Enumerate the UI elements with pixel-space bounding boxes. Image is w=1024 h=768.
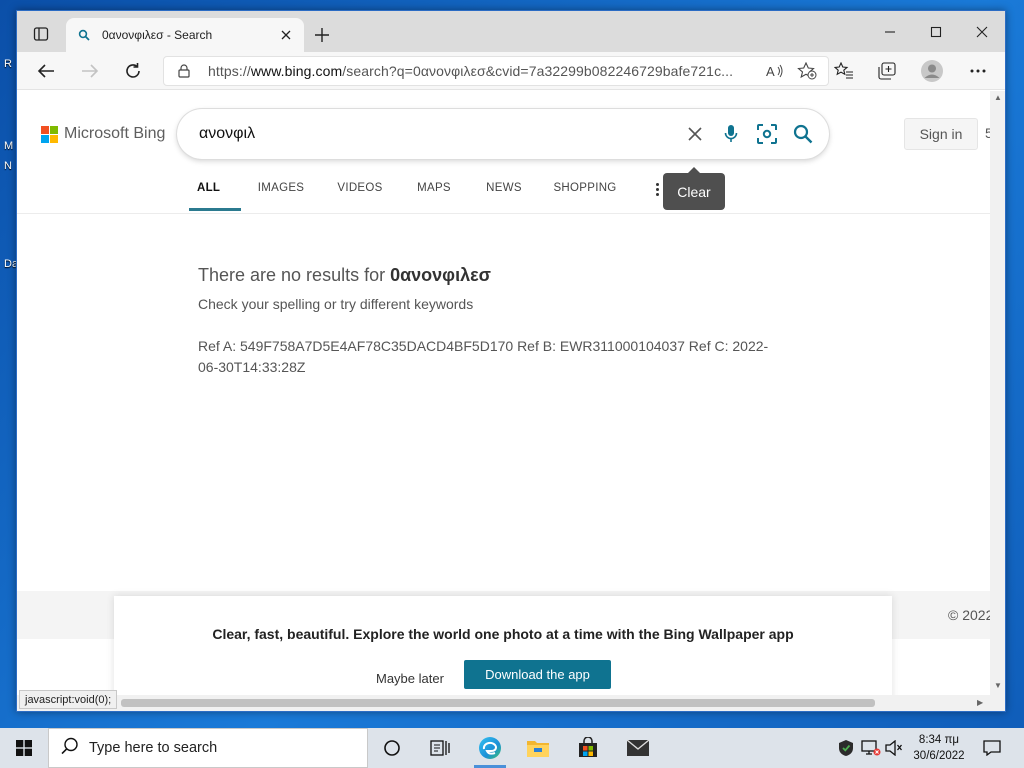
microsoft-logo-icon: [41, 125, 58, 143]
tab-title: 0ανονφιλεσ - Search: [102, 28, 213, 42]
read-aloud-icon[interactable]: A: [762, 58, 788, 84]
search-box[interactable]: ανονφιλ: [177, 109, 829, 159]
bing-search-favicon-icon: [76, 27, 92, 43]
profile-avatar-icon[interactable]: [917, 57, 947, 85]
scroll-up-icon[interactable]: ▲: [994, 93, 1002, 102]
security-shield-icon[interactable]: [836, 728, 856, 768]
tab-shopping[interactable]: SHOPPING: [539, 173, 631, 203]
microphone-icon[interactable]: [713, 116, 749, 152]
svg-text:A: A: [766, 64, 775, 79]
browser-window: 0ανονφιλεσ - Search https://www.bing.com…: [16, 10, 1006, 712]
address-bar[interactable]: https://www.bing.com/search?q=0ανονφιλεσ…: [163, 56, 829, 86]
task-view-icon[interactable]: [368, 728, 416, 768]
no-results-heading: There are no results for 0ανονφιλεσ: [198, 265, 491, 285]
volume-icon[interactable]: [884, 728, 904, 768]
widgets-icon[interactable]: [416, 728, 464, 768]
tab-maps[interactable]: MAPS: [399, 173, 469, 203]
browser-tab[interactable]: 0ανονφιλεσ - Search: [66, 18, 304, 52]
url-text[interactable]: https://www.bing.com/search?q=0ανονφιλεσ…: [208, 63, 756, 79]
windows-start-icon[interactable]: [0, 728, 48, 768]
no-results-term: 0ανονφιλεσ: [390, 265, 491, 285]
taskbar: Type here to search 8:34 πμ 30/6/2022: [0, 728, 1024, 768]
notifications-icon[interactable]: [978, 728, 1006, 768]
spelling-hint: Check your spelling or try different key…: [198, 296, 474, 312]
collections-icon[interactable]: [872, 57, 902, 85]
maximize-icon[interactable]: [913, 11, 959, 52]
navigation-bar: https://www.bing.com/search?q=0ανονφιλεσ…: [17, 52, 1005, 90]
back-icon[interactable]: [31, 57, 61, 85]
scrollbar-thumb[interactable]: [121, 699, 875, 707]
bing-logo[interactable]: Microsoft Bing: [41, 125, 165, 143]
status-bar: javascript:void(0);: [19, 690, 118, 709]
window-controls: [867, 11, 1005, 52]
add-favorite-icon[interactable]: [794, 58, 820, 84]
header-divider: [17, 213, 990, 214]
copyright: © 2022: [948, 607, 990, 623]
network-icon[interactable]: [860, 728, 882, 768]
tab-all[interactable]: ALL: [189, 173, 241, 211]
store-icon[interactable]: [564, 728, 612, 768]
wallpaper-app-promo: Clear, fast, beautiful. Explore the worl…: [114, 596, 892, 695]
horizontal-scrollbar[interactable]: ▶: [17, 695, 1005, 711]
scroll-down-icon[interactable]: ▼: [994, 681, 1002, 690]
taskbar-search-placeholder: Type here to search: [89, 740, 218, 756]
more-options-icon[interactable]: [963, 57, 993, 85]
tab-actions-icon[interactable]: [27, 21, 55, 47]
system-clock[interactable]: 8:34 πμ 30/6/2022: [904, 732, 974, 764]
vertical-scrollbar[interactable]: ▲ ▼: [990, 91, 1005, 695]
taskbar-search[interactable]: Type here to search: [48, 728, 368, 768]
close-window-icon[interactable]: [959, 11, 1005, 52]
tab-strip: 0ανονφιλεσ - Search: [17, 11, 1005, 52]
desktop-icon-label[interactable]: M: [4, 140, 13, 152]
reference-ids: Ref A: 549F758A7D5E4AF78C35DACD4BF5D170 …: [198, 338, 769, 375]
search-input[interactable]: ανονφιλ: [199, 125, 677, 143]
page-content: Microsoft Bing ανονφιλ Sign in 5 ALL IMA…: [17, 91, 990, 695]
minimize-icon[interactable]: [867, 11, 913, 52]
mail-icon[interactable]: [614, 728, 662, 768]
no-results-section: There are no results for 0ανονφιλεσ Chec…: [198, 265, 798, 378]
maybe-later-link[interactable]: Maybe later: [376, 671, 444, 686]
new-tab-icon[interactable]: [310, 23, 334, 47]
refresh-icon[interactable]: [118, 57, 148, 85]
search-scopes: ALL IMAGES VIDEOS MAPS NEWS SHOPPING: [189, 173, 631, 211]
clear-icon[interactable]: [677, 116, 713, 152]
favorites-icon[interactable]: [829, 57, 859, 85]
clock-time: 8:34 πμ: [918, 734, 960, 746]
tab-videos[interactable]: VIDEOS: [321, 173, 399, 203]
sign-in-button[interactable]: Sign in: [904, 118, 978, 150]
file-explorer-icon[interactable]: [514, 728, 562, 768]
desktop-icon-label[interactable]: N: [4, 160, 12, 172]
desktop-icon-label[interactable]: R: [4, 58, 12, 70]
brand-name: Microsoft Bing: [64, 125, 166, 142]
visual-search-icon[interactable]: [749, 116, 785, 152]
edge-icon[interactable]: [466, 728, 514, 768]
close-tab-icon[interactable]: [278, 27, 294, 43]
tab-images[interactable]: IMAGES: [241, 173, 321, 203]
forward-icon[interactable]: [75, 57, 105, 85]
tab-news[interactable]: NEWS: [469, 173, 539, 203]
promo-text: Clear, fast, beautiful. Explore the worl…: [212, 626, 794, 642]
lock-icon[interactable]: [178, 63, 194, 79]
download-app-button[interactable]: Download the app: [464, 660, 611, 689]
clear-tooltip: Clear: [663, 167, 725, 210]
search-icon: [61, 737, 79, 760]
clock-date: 30/6/2022: [913, 750, 965, 762]
more-scopes-icon[interactable]: [653, 179, 661, 199]
search-icon[interactable]: [785, 116, 821, 152]
scroll-right-icon[interactable]: ▶: [977, 698, 983, 707]
